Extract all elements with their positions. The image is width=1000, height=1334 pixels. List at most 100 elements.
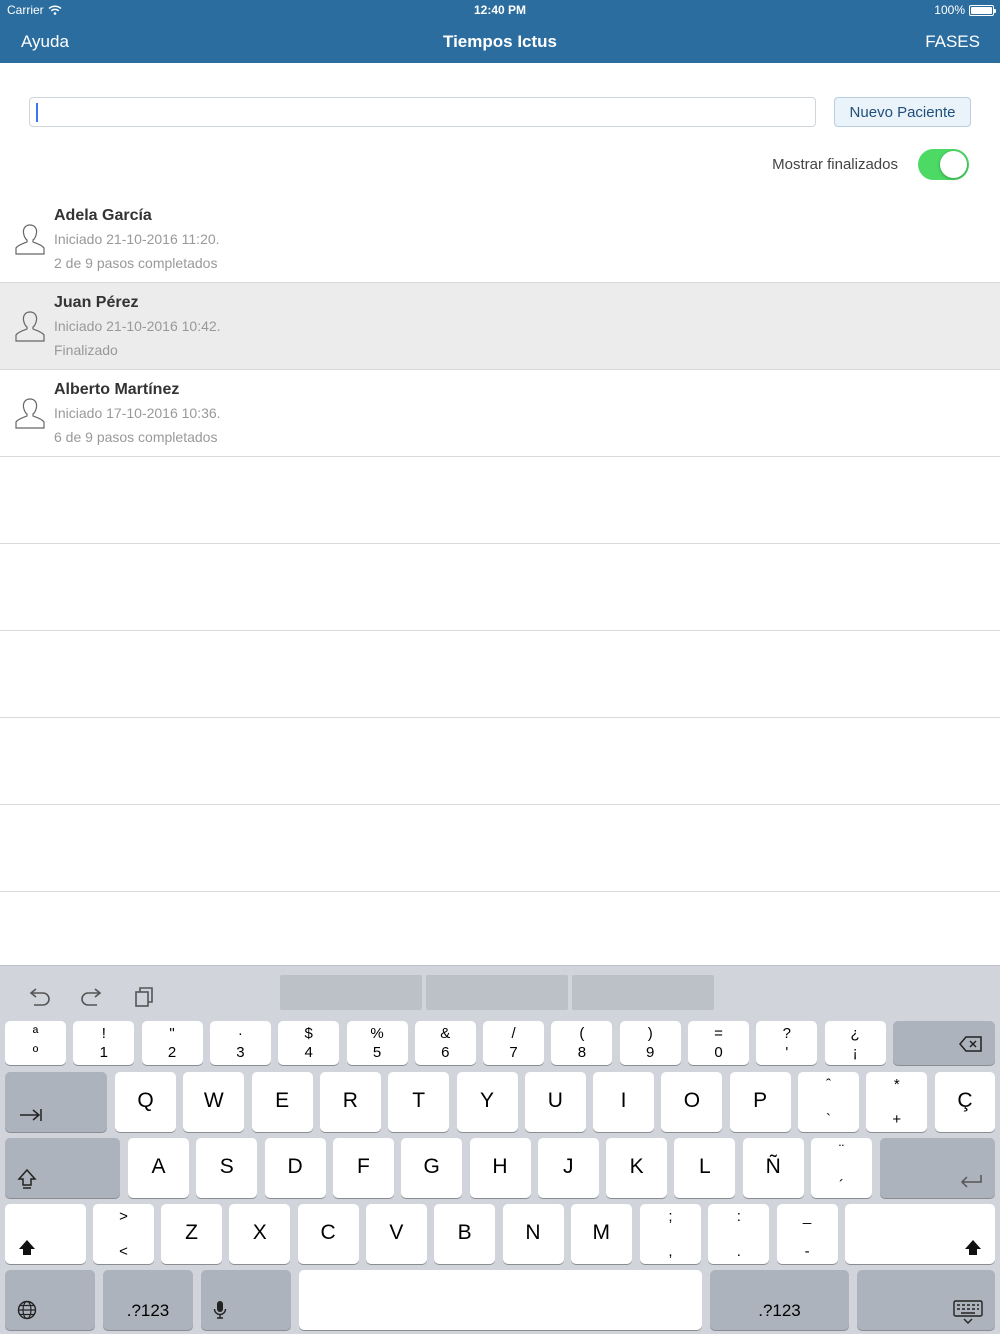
- key-4[interactable]: $4: [278, 1021, 340, 1065]
- key-m[interactable]: M: [570, 1204, 632, 1264]
- paste-icon[interactable]: [132, 984, 158, 1010]
- key-f[interactable]: F: [332, 1138, 394, 1198]
- key-o[interactable]: O: [661, 1072, 723, 1132]
- key-b[interactable]: B: [434, 1204, 496, 1264]
- empty-list-row: [0, 805, 1000, 892]
- key-label-top: ¨: [839, 1142, 844, 1159]
- show-finished-toggle[interactable]: [918, 149, 969, 180]
- key-q[interactable]: Q: [115, 1072, 176, 1132]
- phases-button[interactable]: FASES: [925, 32, 980, 52]
- key-angle-brackets[interactable]: > <: [93, 1204, 154, 1264]
- patient-start-time: Iniciado 21-10-2016 10:42.: [54, 318, 221, 334]
- key-accent[interactable]: ¨ ´: [811, 1138, 872, 1198]
- patient-row[interactable]: Adela García Iniciado 21-10-2016 11:20. 2 …: [0, 196, 1000, 283]
- key-10[interactable]: = 0: [688, 1021, 749, 1065]
- dictation-key[interactable]: [201, 1270, 291, 1330]
- key-g[interactable]: G: [401, 1138, 463, 1198]
- return-key[interactable]: [880, 1138, 995, 1198]
- globe-key[interactable]: [5, 1270, 95, 1330]
- key-1[interactable]: ! 1: [73, 1021, 135, 1065]
- backspace-key[interactable]: [893, 1021, 995, 1065]
- key-c-cedilla[interactable]: Ç: [935, 1072, 995, 1132]
- key-label: G: [423, 1155, 440, 1178]
- status-time: 12:40 PM: [473, 3, 527, 17]
- key-label-bottom: 3: [236, 1044, 245, 1061]
- shift-left-key[interactable]: [5, 1204, 86, 1264]
- key-6[interactable]: & 6: [414, 1021, 476, 1065]
- space-key[interactable]: [299, 1270, 702, 1330]
- key-7[interactable]: /7: [483, 1021, 545, 1065]
- shift-icon: [965, 1240, 981, 1255]
- key-label: .?123: [758, 1301, 801, 1320]
- key-label-top: ": [169, 1025, 175, 1042]
- key-symbol[interactable]: ˆ `: [798, 1072, 859, 1132]
- key-e[interactable]: E: [251, 1072, 313, 1132]
- key-r[interactable]: R: [319, 1072, 381, 1132]
- key-t[interactable]: T: [388, 1072, 450, 1132]
- suggestion-slot-1[interactable]: [280, 975, 422, 1010]
- tab-key[interactable]: [5, 1072, 107, 1132]
- key-ñ[interactable]: Ñ: [742, 1138, 804, 1198]
- key-punctuation[interactable]: _ -: [776, 1204, 838, 1264]
- key-d[interactable]: D: [264, 1138, 326, 1198]
- key-label: .?123: [126, 1301, 170, 1320]
- key-label: S: [219, 1155, 234, 1178]
- key-l[interactable]: L: [674, 1138, 736, 1198]
- key-label-top: ): [647, 1025, 653, 1042]
- key-9[interactable]: ) 9: [619, 1021, 681, 1065]
- key-y[interactable]: Y: [456, 1072, 518, 1132]
- new-patient-button[interactable]: Nuevo Paciente: [834, 97, 971, 127]
- redo-icon[interactable]: [79, 984, 105, 1010]
- key-11[interactable]: ? ': [756, 1021, 818, 1065]
- key-label-bottom: ': [785, 1044, 789, 1061]
- key-n[interactable]: N: [502, 1204, 564, 1264]
- key-v[interactable]: V: [365, 1204, 427, 1264]
- key-label: X: [252, 1221, 267, 1244]
- key-label-top: >: [119, 1208, 128, 1225]
- key-5[interactable]: % 5: [346, 1021, 408, 1065]
- key-j[interactable]: J: [537, 1138, 599, 1198]
- key-z[interactable]: Z: [161, 1204, 222, 1264]
- key-8[interactable]: (8: [551, 1021, 613, 1065]
- suggestion-slot-3[interactable]: [572, 975, 714, 1010]
- key-punctuation[interactable]: :.: [708, 1204, 770, 1264]
- hide-keyboard-key[interactable]: [857, 1270, 995, 1330]
- key-3[interactable]: · 3: [209, 1021, 271, 1065]
- key-label: Y: [479, 1089, 494, 1112]
- key-c[interactable]: C: [297, 1204, 359, 1264]
- shift-right-key[interactable]: [845, 1204, 995, 1264]
- key-i[interactable]: I: [593, 1072, 655, 1132]
- key-u[interactable]: U: [524, 1072, 586, 1132]
- key-2[interactable]: " 2: [141, 1021, 203, 1065]
- numbers-key-right[interactable]: .?123: [710, 1270, 849, 1330]
- key-label: A: [151, 1155, 166, 1178]
- key-label: N: [525, 1221, 541, 1244]
- key-12[interactable]: ¿ ¡: [824, 1021, 886, 1065]
- key-w[interactable]: W: [183, 1072, 245, 1132]
- search-input[interactable]: [29, 97, 816, 127]
- key-punctuation[interactable]: ;,: [640, 1204, 701, 1264]
- key-symbol[interactable]: * +: [866, 1072, 928, 1132]
- patient-name: Alberto Martínez: [54, 381, 180, 398]
- key-x[interactable]: X: [229, 1204, 291, 1264]
- key-label: V: [389, 1221, 404, 1244]
- numbers-key-left[interactable]: .?123: [103, 1270, 193, 1330]
- key-a[interactable]: A: [128, 1138, 189, 1198]
- suggestion-slot-2[interactable]: [426, 975, 568, 1010]
- undo-icon[interactable]: [26, 984, 52, 1010]
- key-label-bottom: 5: [372, 1044, 382, 1061]
- key-label: T: [412, 1089, 426, 1112]
- key-h[interactable]: H: [469, 1138, 531, 1198]
- shift-lock-key[interactable]: [5, 1138, 120, 1198]
- key-label: L: [699, 1155, 711, 1178]
- key-s[interactable]: S: [196, 1138, 258, 1198]
- key-0[interactable]: ªº: [5, 1021, 66, 1065]
- key-label-bottom: 4: [304, 1044, 313, 1061]
- patient-row[interactable]: Alberto Martínez Iniciado 17-10-2016 10:3…: [0, 370, 1000, 457]
- status-bar: Carrier 12:40 PM 100%: [0, 0, 1000, 20]
- key-p[interactable]: P: [729, 1072, 791, 1132]
- patient-list: Adela García Iniciado 21-10-2016 11:20. 2 …: [0, 196, 1000, 979]
- key-k[interactable]: K: [606, 1138, 668, 1198]
- person-icon: [15, 224, 45, 255]
- patient-row[interactable]: Juan Pérez Iniciado 21-10-2016 10:42. Fina…: [0, 283, 1000, 370]
